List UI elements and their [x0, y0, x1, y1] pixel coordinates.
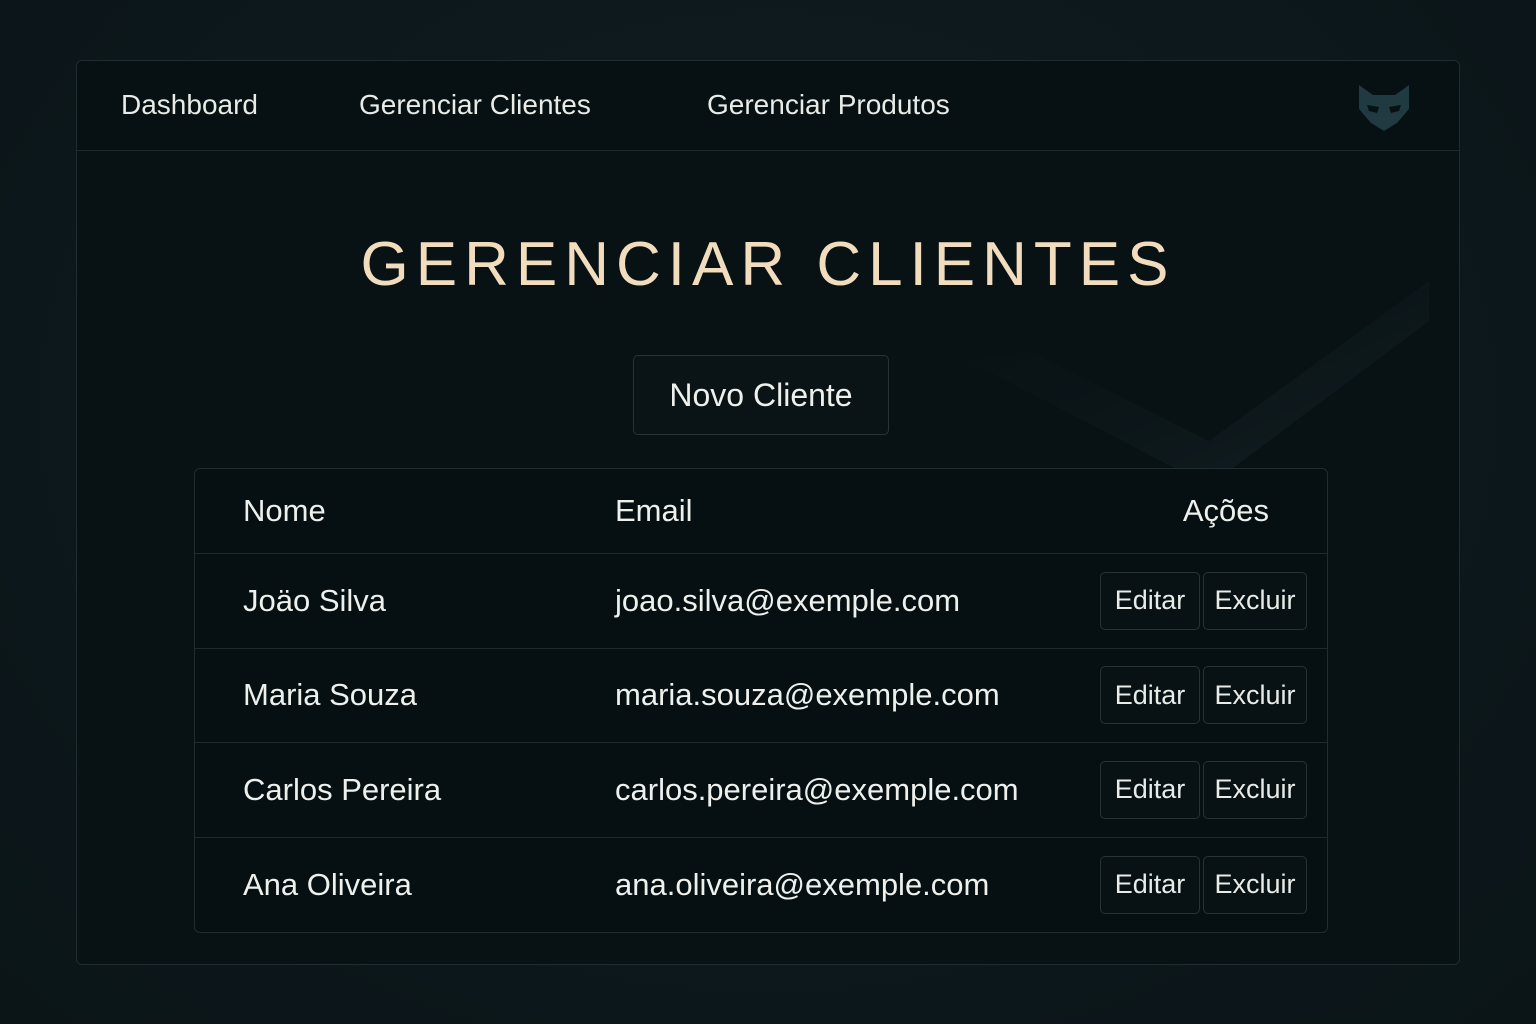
client-name: Carlos Pereira — [243, 771, 442, 807]
delete-button[interactable]: Excluir — [1203, 760, 1307, 819]
table-row: Maria Souza maria.souza@exemple.com Edit… — [195, 649, 1327, 743]
delete-button[interactable]: Excluir — [1203, 666, 1307, 725]
delete-button[interactable]: Excluir — [1203, 855, 1307, 914]
row-actions: Editar Excluir — [1100, 571, 1307, 630]
client-name: Ana Oliveira — [243, 866, 412, 902]
row-actions: Editar Excluir — [1100, 760, 1307, 819]
row-actions: Editar Excluir — [1100, 855, 1307, 914]
edit-button[interactable]: Editar — [1100, 760, 1200, 819]
client-email: maria.souza@exemple.com — [615, 677, 1000, 713]
client-name: Joäo Silva — [243, 582, 387, 618]
nav-gerenciar-clientes[interactable]: Gerenciar Clientes — [359, 89, 591, 121]
table-row: Ana Oliveira ana.oliveira@exemple.com Ed… — [195, 838, 1327, 933]
client-email: carlos.pereira@exemple.com — [615, 771, 1019, 807]
edit-button[interactable]: Editar — [1100, 571, 1200, 630]
fox-mask-icon — [1359, 85, 1409, 131]
page-title: GERENCIAR CLIENTES — [360, 230, 1176, 299]
header-actions: Ações — [1182, 493, 1269, 528]
new-client-button[interactable]: Novo Cliente — [633, 355, 889, 435]
top-navbar: Dashboard Gerenciar Clientes Gerenciar P… — [77, 61, 1459, 151]
clients-table: Nome Email Ações Joäo Silva joao.silva@e… — [194, 468, 1328, 933]
client-name: Maria Souza — [243, 677, 418, 713]
edit-button[interactable]: Editar — [1100, 666, 1200, 725]
client-email: ana.oliveira@exemple.com — [615, 866, 990, 902]
nav-dashboard[interactable]: Dashboard — [121, 89, 258, 121]
delete-button[interactable]: Excluir — [1203, 571, 1307, 630]
edit-button[interactable]: Editar — [1100, 855, 1200, 914]
app-window: Dashboard Gerenciar Clientes Gerenciar P… — [76, 60, 1460, 965]
table-row: Joäo Silva joao.silva@exemple.com Editar… — [195, 554, 1327, 649]
row-actions: Editar Excluir — [1100, 666, 1307, 725]
table-row: Carlos Pereira carlos.pereira@exemple.co… — [195, 743, 1327, 838]
header-email: Email — [615, 493, 693, 528]
nav-gerenciar-produtos[interactable]: Gerenciar Produtos — [707, 89, 950, 121]
table-header-row: Nome Email Ações — [195, 469, 1327, 554]
client-email: joao.silva@exemple.com — [615, 582, 961, 618]
header-name: Nome — [243, 493, 326, 528]
